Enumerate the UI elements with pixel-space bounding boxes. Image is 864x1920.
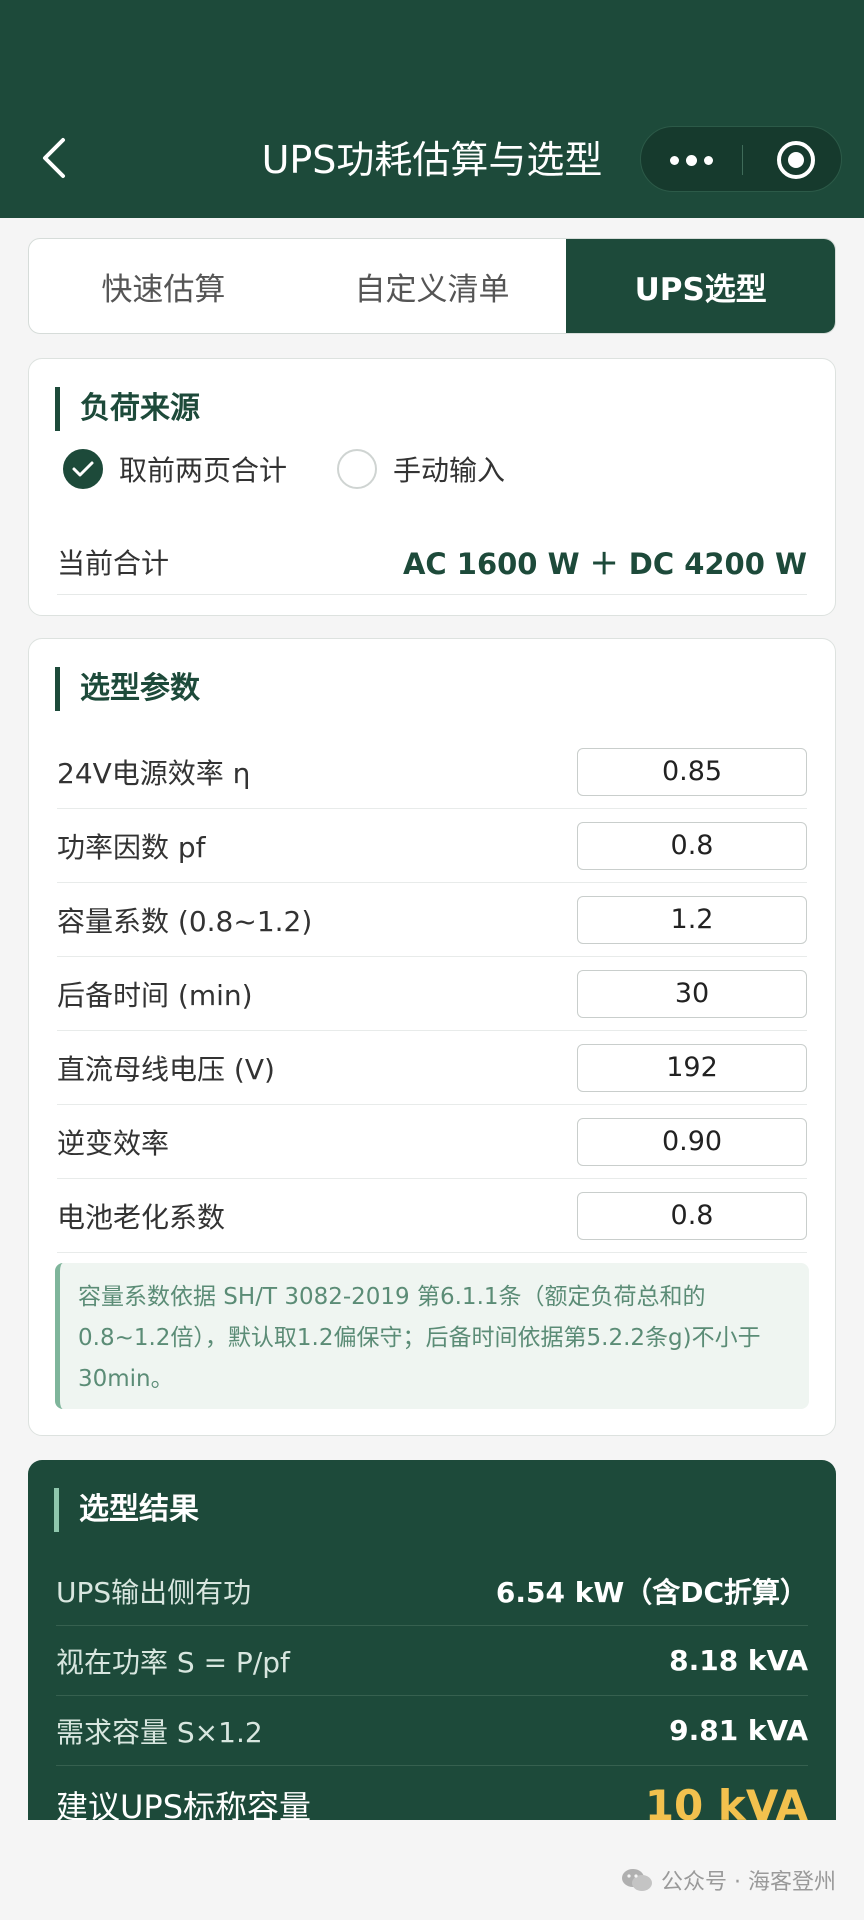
dc-bus-voltage-input[interactable] xyxy=(577,1043,807,1092)
result-row-required-capacity: 需求容量 S×1.2 9.81 kVA xyxy=(56,1696,808,1766)
mini-program-capsule xyxy=(640,126,842,192)
current-total-row: 当前合计 AC 1600 W ＋ DC 4200 W xyxy=(57,529,807,595)
capsule-divider xyxy=(742,145,743,175)
param-row-battery-aging: 电池老化系数 xyxy=(57,1179,807,1253)
current-total-label: 当前合计 xyxy=(57,546,170,580)
result-value: 6.54 kW（含DC折算） xyxy=(495,1575,808,1609)
param-label: 24V电源效率 η xyxy=(57,756,251,790)
result-label: 视在功率 S = P/pf xyxy=(56,1645,290,1679)
radio-empty-icon xyxy=(337,449,378,489)
tab-quick-estimate[interactable]: 快速估算 xyxy=(29,239,298,333)
result-label: UPS输出侧有功 xyxy=(56,1575,252,1609)
wechat-icon xyxy=(622,1869,653,1891)
more-dots-icon xyxy=(669,155,679,165)
tab-bar: 快速估算 自定义清单 UPS选型 xyxy=(28,238,836,334)
close-button[interactable] xyxy=(751,127,841,193)
param-row-inverter-efficiency: 逆变效率 xyxy=(57,1105,807,1179)
params-card: 选型参数 24V电源效率 η 功率因数 pf 容量系数 (0.8~1.2) 后备… xyxy=(28,638,836,1436)
param-label: 直流母线电压 (V) xyxy=(57,1052,275,1086)
result-value: 9.81 kVA xyxy=(669,1714,808,1747)
efficiency-input[interactable] xyxy=(577,747,807,796)
param-label: 容量系数 (0.8~1.2) xyxy=(57,904,313,938)
radio-label: 手动输入 xyxy=(393,454,506,487)
param-label: 电池老化系数 xyxy=(57,1200,226,1234)
result-row-recommended-capacity: 建议UPS标称容量 10 kVA xyxy=(56,1770,808,1821)
battery-aging-input[interactable] xyxy=(577,1191,807,1240)
result-card: 选型结果 UPS输出侧有功 6.54 kW（含DC折算） 视在功率 S = P/… xyxy=(28,1460,836,1820)
watermark: 公众号 · 海客登州 xyxy=(621,1864,836,1896)
more-button[interactable] xyxy=(641,127,741,193)
param-row-power-factor: 功率因数 pf xyxy=(57,809,807,883)
tab-custom-list[interactable]: 自定义清单 xyxy=(298,239,567,333)
tab-ups-selection[interactable]: UPS选型 xyxy=(566,239,835,333)
standard-note: 容量系数依据 SH/T 3082-2019 第6.1.1条（额定负荷总和的0.8… xyxy=(55,1263,809,1409)
backup-time-input[interactable] xyxy=(577,969,807,1018)
power-factor-input[interactable] xyxy=(577,821,807,870)
result-label: 建议UPS标称容量 xyxy=(56,1788,312,1820)
param-row-capacity-factor: 容量系数 (0.8~1.2) xyxy=(57,883,807,957)
watermark-text: 公众号 · 海客登州 xyxy=(661,1870,836,1895)
radio-label: 取前两页合计 xyxy=(119,454,288,487)
recommended-capacity-value: 10 kVA xyxy=(644,1780,808,1821)
param-label: 逆变效率 xyxy=(57,1126,170,1160)
result-value: 8.18 kVA xyxy=(669,1644,808,1677)
section-title-params: 选型参数 xyxy=(55,667,200,711)
current-total-value: AC 1600 W ＋ DC 4200 W xyxy=(402,546,807,581)
param-label: 后备时间 (min) xyxy=(57,978,253,1012)
section-title-result: 选型结果 xyxy=(54,1488,199,1532)
result-label: 需求容量 S×1.2 xyxy=(56,1715,263,1749)
load-source-card: 负荷来源 取前两页合计 手动输入 当前合计 AC 1600 W ＋ DC 420… xyxy=(28,358,836,616)
param-row-efficiency: 24V电源效率 η xyxy=(57,735,807,809)
radio-manual-input[interactable]: 手动输入 xyxy=(337,449,505,489)
param-label: 功率因数 pf xyxy=(57,830,206,864)
param-row-dc-bus-voltage: 直流母线电压 (V) xyxy=(57,1031,807,1105)
result-row-active-power: UPS输出侧有功 6.54 kW（含DC折算） xyxy=(56,1556,808,1626)
radio-sum-previous[interactable]: 取前两页合计 xyxy=(63,449,287,489)
check-icon xyxy=(63,449,103,489)
load-source-radio-group: 取前两页合计 手动输入 xyxy=(63,449,555,489)
capacity-factor-input[interactable] xyxy=(577,895,807,944)
result-row-apparent-power: 视在功率 S = P/pf 8.18 kVA xyxy=(56,1626,808,1696)
param-row-backup-time: 后备时间 (min) xyxy=(57,957,807,1031)
target-icon xyxy=(777,141,815,179)
nav-bar: UPS功耗估算与选型 xyxy=(0,0,864,218)
inverter-efficiency-input[interactable] xyxy=(577,1117,807,1166)
section-title-load-source: 负荷来源 xyxy=(55,387,200,431)
